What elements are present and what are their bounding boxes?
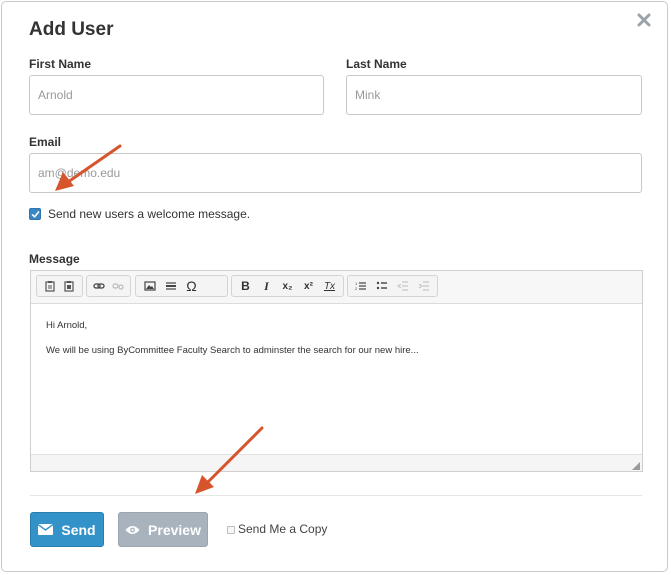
insert-group: Ω xyxy=(135,275,228,297)
welcome-message-label: Send new users a welcome message. xyxy=(48,207,251,221)
paste-text-icon[interactable] xyxy=(60,277,80,295)
bold-icon[interactable]: B xyxy=(235,277,256,295)
footer-divider xyxy=(30,495,642,496)
remove-format-icon[interactable]: Tx xyxy=(319,277,340,295)
send-button[interactable]: Send xyxy=(30,512,104,547)
send-label: Send xyxy=(61,521,96,538)
special-char-icon[interactable]: Ω xyxy=(181,277,202,295)
decrease-indent-icon[interactable] xyxy=(393,277,414,295)
bulleted-list-icon[interactable] xyxy=(372,277,393,295)
numbered-list-icon[interactable]: 12 xyxy=(351,277,372,295)
welcome-message-checkbox[interactable] xyxy=(29,208,41,220)
close-icon[interactable] xyxy=(634,10,654,30)
preview-button[interactable]: Preview xyxy=(118,512,208,547)
send-copy-label: Send Me a Copy xyxy=(238,522,328,536)
message-greeting: Hi Arnold, xyxy=(46,320,88,331)
editor-content[interactable]: Hi Arnold, We will be using ByCommittee … xyxy=(46,319,626,369)
message-label: Message xyxy=(29,252,80,266)
add-user-modal: Add User First Name Last Name Email Send… xyxy=(1,1,668,572)
link-icon[interactable] xyxy=(90,277,109,295)
message-editor[interactable]: Ω B I x₂ x² Tx 12 Hi Arnold, We will be … xyxy=(30,270,643,472)
resize-handle-icon[interactable] xyxy=(632,462,640,470)
preview-label: Preview xyxy=(148,521,201,538)
subscript-icon[interactable]: x₂ xyxy=(277,277,298,295)
unlink-icon[interactable] xyxy=(109,277,128,295)
clipboard-group xyxy=(36,275,83,297)
envelope-icon xyxy=(38,524,54,535)
svg-text:2: 2 xyxy=(355,286,358,291)
editor-statusbar xyxy=(31,454,642,471)
increase-indent-icon[interactable] xyxy=(413,277,434,295)
superscript-icon[interactable]: x² xyxy=(298,277,319,295)
editor-toolbar: Ω B I x₂ x² Tx 12 xyxy=(31,271,642,304)
send-copy-checkbox[interactable] xyxy=(227,526,235,534)
paste-icon[interactable] xyxy=(40,277,60,295)
email-label: Email xyxy=(29,135,62,149)
link-group xyxy=(86,275,131,297)
first-name-field[interactable] xyxy=(29,75,324,115)
last-name-label: Last Name xyxy=(346,57,407,71)
checkmark-icon xyxy=(31,211,40,218)
message-body: We will be using ByCommittee Faculty Sea… xyxy=(46,345,419,356)
modal-title: Add User xyxy=(29,19,114,40)
horizontal-rule-icon[interactable] xyxy=(160,277,181,295)
image-icon[interactable] xyxy=(139,277,160,295)
email-field[interactable] xyxy=(29,153,642,193)
last-name-field[interactable] xyxy=(346,75,642,115)
eye-icon xyxy=(125,525,140,535)
list-group: 12 xyxy=(347,275,438,297)
italic-icon[interactable]: I xyxy=(256,277,277,295)
first-name-label: First Name xyxy=(29,57,92,71)
format-group: B I x₂ x² Tx xyxy=(231,275,344,297)
